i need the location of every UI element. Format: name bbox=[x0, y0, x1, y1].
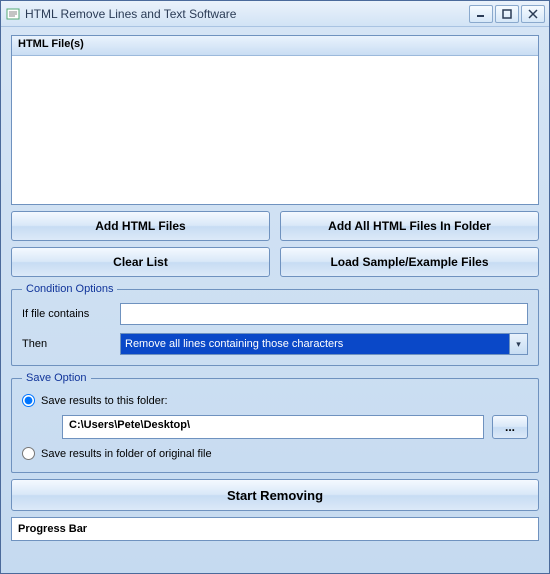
button-row-1: Add HTML Files Add All HTML Files In Fol… bbox=[11, 211, 539, 241]
window-title: HTML Remove Lines and Text Software bbox=[25, 7, 467, 21]
save-original-label: Save results in folder of original file bbox=[41, 448, 212, 460]
path-row: C:\Users\Pete\Desktop\ ... bbox=[62, 415, 528, 439]
close-button[interactable] bbox=[521, 5, 545, 23]
then-label: Then bbox=[22, 338, 112, 350]
save-option-group: Save Option Save results to this folder:… bbox=[11, 372, 539, 473]
then-dropdown[interactable]: Remove all lines containing those charac… bbox=[120, 333, 528, 355]
start-removing-button[interactable]: Start Removing bbox=[11, 479, 539, 511]
save-to-folder-row: Save results to this folder: bbox=[22, 394, 528, 407]
maximize-button[interactable] bbox=[495, 5, 519, 23]
then-selected-text: Remove all lines containing those charac… bbox=[121, 338, 509, 350]
folder-path-field[interactable]: C:\Users\Pete\Desktop\ bbox=[62, 415, 484, 439]
save-original-radio[interactable] bbox=[22, 447, 35, 460]
contains-label: If file contains bbox=[22, 308, 112, 320]
titlebar: HTML Remove Lines and Text Software bbox=[1, 1, 549, 27]
contains-input[interactable] bbox=[120, 303, 528, 325]
app-icon bbox=[5, 6, 21, 22]
minimize-button[interactable] bbox=[469, 5, 493, 23]
load-sample-button[interactable]: Load Sample/Example Files bbox=[280, 247, 539, 277]
client-area: HTML File(s) Add HTML Files Add All HTML… bbox=[1, 27, 549, 573]
file-list[interactable] bbox=[12, 56, 538, 204]
button-row-2: Clear List Load Sample/Example Files bbox=[11, 247, 539, 277]
app-window: HTML Remove Lines and Text Software HTML… bbox=[0, 0, 550, 574]
condition-legend: Condition Options bbox=[22, 283, 117, 295]
then-row: Then Remove all lines containing those c… bbox=[22, 333, 528, 355]
progress-label: Progress Bar bbox=[18, 523, 87, 535]
add-html-files-button[interactable]: Add HTML Files bbox=[11, 211, 270, 241]
file-list-box: HTML File(s) bbox=[11, 35, 539, 205]
save-to-folder-radio[interactable] bbox=[22, 394, 35, 407]
chevron-down-icon: ▾ bbox=[509, 334, 527, 354]
save-legend: Save Option bbox=[22, 372, 91, 384]
add-folder-button[interactable]: Add All HTML Files In Folder bbox=[280, 211, 539, 241]
file-list-header: HTML File(s) bbox=[12, 36, 538, 56]
condition-options-group: Condition Options If file contains Then … bbox=[11, 283, 539, 366]
browse-button[interactable]: ... bbox=[492, 415, 528, 439]
save-original-row: Save results in folder of original file bbox=[22, 447, 528, 460]
contains-row: If file contains bbox=[22, 303, 528, 325]
clear-list-button[interactable]: Clear List bbox=[11, 247, 270, 277]
progress-bar: Progress Bar bbox=[11, 517, 539, 541]
save-to-folder-label: Save results to this folder: bbox=[41, 395, 168, 407]
